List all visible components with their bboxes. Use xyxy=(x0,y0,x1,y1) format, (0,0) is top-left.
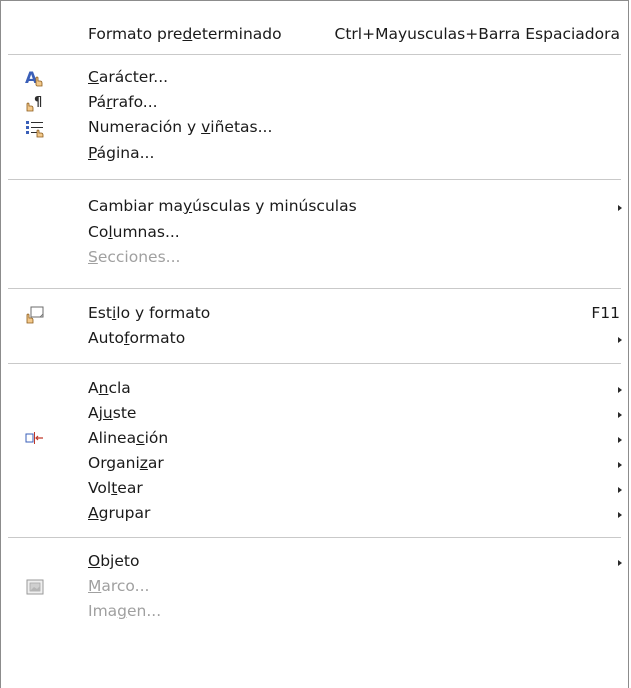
menu-item-label: Voltear xyxy=(88,479,143,497)
menu-item-label: Imagen... xyxy=(88,602,162,620)
menu-item-label: Carácter... xyxy=(88,68,169,86)
format-context-menu: Formato predeterminado Ctrl+Mayusculas+B… xyxy=(0,0,629,688)
menu-item-label: Agrupar xyxy=(88,504,151,522)
menu-item-label: Ajuste xyxy=(88,404,137,422)
menu-item-label: Numeración y viñetas... xyxy=(88,118,273,136)
menu-separator xyxy=(8,537,621,538)
menu-item-label: Página... xyxy=(88,144,155,162)
menu-item-group[interactable]: Agrupar xyxy=(1,498,628,529)
submenu-arrow-icon xyxy=(618,412,622,418)
submenu-arrow-icon xyxy=(618,387,622,393)
submenu-arrow-icon xyxy=(618,462,622,468)
menu-item-page[interactable]: Página... xyxy=(1,138,628,169)
menu-item-label: Autoformato xyxy=(88,329,186,347)
submenu-arrow-icon xyxy=(618,512,622,518)
menu-item-label: Formato predeterminado xyxy=(88,25,282,43)
frame-icon xyxy=(25,577,45,597)
menu-item-label: Párrafo... xyxy=(88,93,158,111)
menu-item-label: Estilo y formato xyxy=(88,304,211,322)
svg-text:¶: ¶ xyxy=(34,95,42,110)
menu-item-autoformat[interactable]: Autoformato xyxy=(1,323,628,354)
menu-item-label: Alineación xyxy=(88,429,169,447)
alignment-icon xyxy=(25,429,45,449)
menu-item-label: Columnas... xyxy=(88,223,180,241)
character-icon: A xyxy=(25,68,45,88)
bullets-numbering-icon xyxy=(25,118,45,138)
menu-item-label: Objeto xyxy=(88,552,140,570)
menu-item-label: Secciones... xyxy=(88,248,181,266)
menu-item-sections: Secciones... xyxy=(1,242,628,273)
paragraph-icon: ¶ xyxy=(25,93,45,113)
shortcut-text: F11 xyxy=(591,304,620,322)
menu-item-image: Imagen... xyxy=(1,596,628,627)
menu-separator xyxy=(8,54,621,55)
submenu-arrow-icon xyxy=(618,205,622,211)
submenu-arrow-icon xyxy=(618,560,622,566)
styles-formatting-icon xyxy=(25,304,45,324)
menu-item-label: Organizar xyxy=(88,454,164,472)
shortcut-text: Ctrl+Mayusculas+Barra Espaciadora xyxy=(334,25,620,43)
submenu-arrow-icon xyxy=(618,437,622,443)
menu-item-label: Marco... xyxy=(88,577,150,595)
menu-item-label: Ancla xyxy=(88,379,131,397)
menu-separator xyxy=(8,363,621,364)
menu-separator xyxy=(8,288,621,289)
menu-item-default-format[interactable]: Formato predeterminado Ctrl+Mayusculas+B… xyxy=(1,19,628,50)
submenu-arrow-icon xyxy=(618,337,622,343)
submenu-arrow-icon xyxy=(618,487,622,493)
menu-separator xyxy=(8,179,621,180)
menu-item-label: Cambiar mayúsculas y minúsculas xyxy=(88,197,357,215)
